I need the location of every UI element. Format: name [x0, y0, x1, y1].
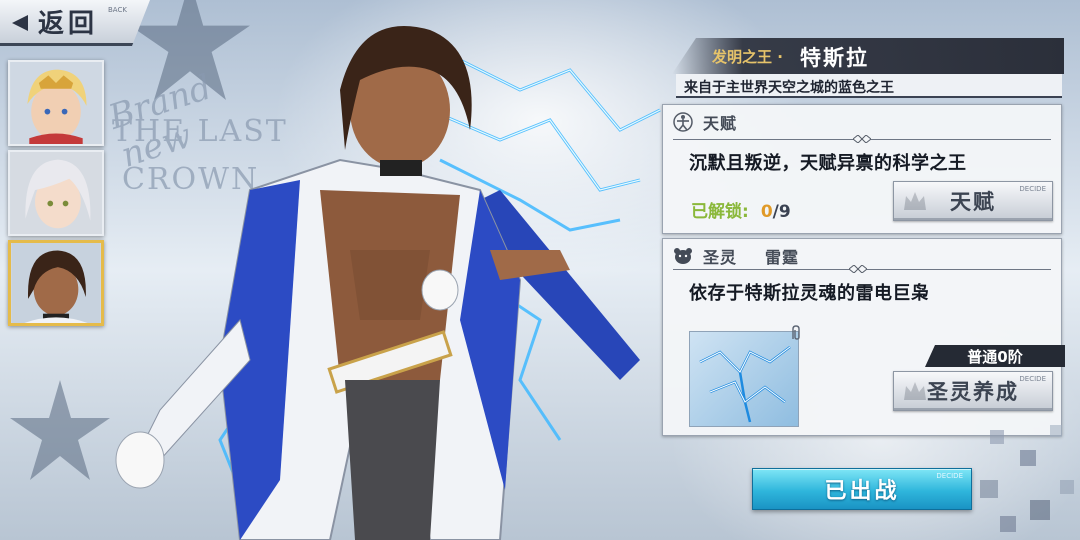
- talent-panel: 天赋 沉默且叛逆，天赋异禀的科学之王 已解锁: 0/9 天赋 DECIDE: [662, 104, 1062, 234]
- talent-unlock-total: /9: [772, 202, 791, 222]
- spirit-panel: 圣灵 雷霆 依存于特斯拉灵魂的雷电巨枭 普通0阶 圣灵养成 DECIDE: [662, 238, 1065, 436]
- hero-subtitle: 来自于主世界天空之城的蓝色之王: [684, 80, 894, 96]
- crown-icon: [904, 192, 926, 210]
- talent-description: 沉默且叛逆，天赋异禀的科学之王: [689, 153, 967, 174]
- silver-hair-portrait-image: [10, 152, 102, 234]
- back-button-label: 返回: [38, 9, 99, 39]
- hero-name: 特斯拉: [800, 46, 869, 70]
- hero-name-banner: 发明之王 · 特斯拉: [672, 38, 1064, 74]
- vitruvian-talent-icon: [673, 112, 693, 132]
- deployed-button[interactable]: 已出战 DECIDE: [752, 468, 972, 510]
- talent-button-tag: DECIDE: [1019, 185, 1046, 193]
- back-button[interactable]: 返回 BACK: [0, 0, 150, 46]
- hero-subtitle-bar: 来自于主世界天空之城的蓝色之王: [676, 74, 1062, 98]
- portrait-tesla[interactable]: [8, 240, 104, 326]
- spirit-upgrade-button-label: 圣灵养成: [927, 380, 1019, 404]
- character-illustration: [115, 26, 661, 540]
- back-button-sub: BACK: [108, 6, 127, 14]
- spirit-upgrade-button[interactable]: 圣灵养成 DECIDE: [893, 371, 1053, 411]
- spirit-level-tag: 普通0阶: [925, 345, 1065, 367]
- talent-button[interactable]: 天赋 DECIDE: [893, 181, 1053, 221]
- talent-button-label: 天赋: [950, 190, 996, 214]
- bear-spirit-icon: [674, 248, 692, 264]
- portrait-silver-hair[interactable]: [8, 150, 104, 236]
- spirit-header-name: 雷霆: [765, 248, 800, 267]
- talent-unlock-label: 已解锁:: [691, 202, 749, 222]
- talent-header: 天赋: [703, 114, 738, 133]
- diamond-ornament-icon: [849, 265, 867, 273]
- portrait-blonde-hero[interactable]: [8, 60, 104, 146]
- character-portrait-list: [0, 50, 108, 340]
- blonde-hero-portrait-image: [10, 62, 102, 144]
- talent-unlock-current: 0: [760, 202, 773, 222]
- tesla-portrait-image: [11, 243, 101, 323]
- spirit-description: 依存于特斯拉灵魂的雷电巨枭: [689, 283, 930, 304]
- star-decoration: [10, 380, 110, 480]
- pixel-decoration: [980, 425, 1074, 532]
- deployed-button-tag: DECIDE: [936, 472, 963, 480]
- spirit-header-prefix: 圣灵: [703, 248, 738, 267]
- deployed-button-label: 已出战: [824, 479, 900, 504]
- diamond-ornament-icon: [853, 135, 871, 143]
- thunder-owl-icon: [699, 346, 791, 423]
- talent-unlock-count: 已解锁: 0/9: [691, 197, 791, 222]
- spirit-upgrade-button-tag: DECIDE: [1019, 375, 1046, 383]
- hero-title: 发明之王 ·: [712, 48, 783, 66]
- spirit-thunder-owl-image[interactable]: [689, 331, 799, 427]
- paperclip-icon: [792, 325, 800, 340]
- crown-icon: [904, 382, 926, 400]
- back-arrow-icon: [12, 15, 28, 31]
